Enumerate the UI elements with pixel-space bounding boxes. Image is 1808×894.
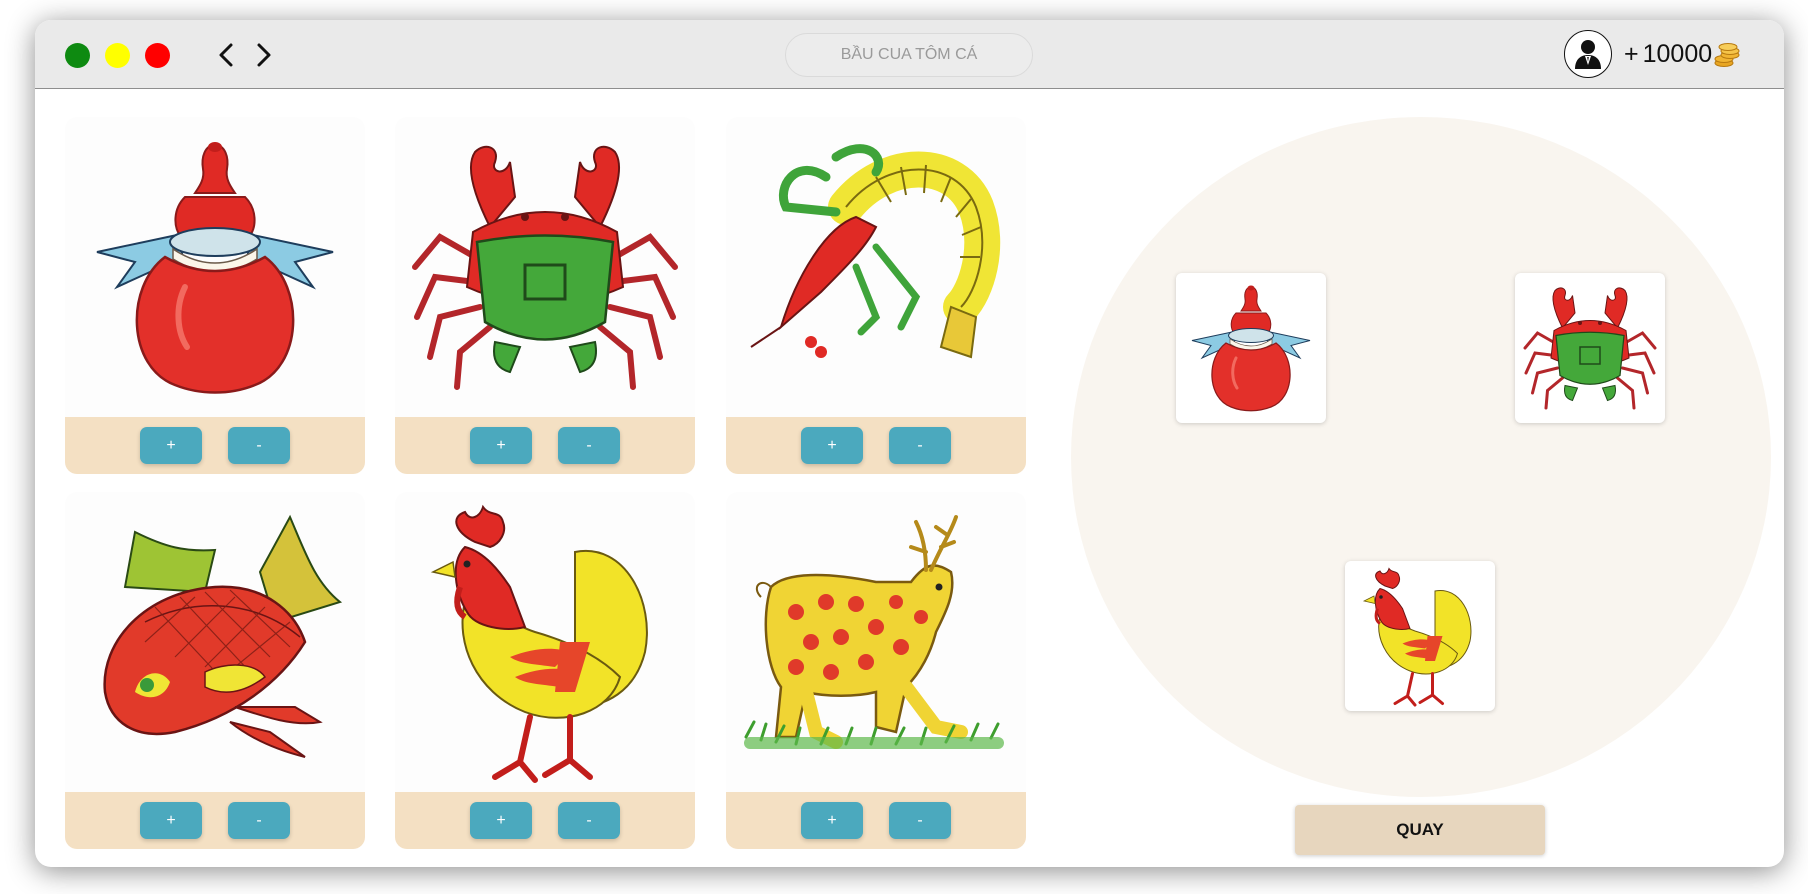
bet-decrease-button[interactable]: -	[889, 427, 951, 464]
back-button[interactable]	[213, 38, 241, 72]
chevron-right-icon	[257, 43, 271, 67]
coin-balance: +10000	[1624, 34, 1742, 74]
bet-increase-button[interactable]: +	[470, 427, 532, 464]
game-window: BẦU CUA TÔM CÁ +10000 + - + - + - + - + …	[35, 20, 1784, 867]
bet-decrease-button[interactable]: -	[558, 802, 620, 839]
bet-card-shrimp: + -	[726, 117, 1026, 474]
window-maximize-button[interactable]	[65, 43, 90, 68]
bet-increase-button[interactable]: +	[801, 427, 863, 464]
bet-increase-button[interactable]: +	[470, 802, 532, 839]
bet-increase-button[interactable]: +	[140, 802, 202, 839]
bet-controls: + -	[726, 792, 1026, 849]
game-title-address-bar[interactable]: BẦU CUA TÔM CÁ	[785, 33, 1033, 77]
rooster-icon	[1362, 567, 1473, 707]
chevron-left-icon	[219, 43, 233, 67]
bet-controls: + -	[726, 417, 1026, 474]
bet-controls: + -	[65, 417, 365, 474]
window-close-button[interactable]	[145, 43, 170, 68]
rooster-icon	[395, 492, 695, 792]
bet-controls: + -	[395, 792, 695, 849]
bet-card-deer: + -	[726, 492, 1026, 849]
bet-controls: + -	[65, 792, 365, 849]
deer-icon	[726, 492, 1026, 792]
balance-value: 10000	[1642, 40, 1713, 68]
forward-button[interactable]	[249, 38, 277, 72]
bet-decrease-button[interactable]: -	[228, 427, 290, 464]
gourd-icon	[1190, 284, 1312, 413]
die-result-rooster	[1345, 561, 1495, 711]
die-result-crab	[1515, 273, 1665, 423]
bet-card-crab: + -	[395, 117, 695, 474]
bet-card-fish: + -	[65, 492, 365, 849]
bet-card-gourd: + -	[65, 117, 365, 474]
bet-increase-button[interactable]: +	[801, 802, 863, 839]
bet-increase-button[interactable]: +	[140, 427, 202, 464]
gourd-icon	[65, 117, 365, 417]
bet-controls: + -	[395, 417, 695, 474]
user-avatar-icon[interactable]	[1564, 30, 1612, 78]
window-minimize-button[interactable]	[105, 43, 130, 68]
bet-decrease-button[interactable]: -	[228, 802, 290, 839]
fish-icon	[103, 515, 342, 759]
bet-card-rooster: + -	[395, 492, 695, 849]
title-bar: BẦU CUA TÔM CÁ +10000	[35, 20, 1784, 89]
bet-decrease-button[interactable]: -	[889, 802, 951, 839]
coin-stack-icon	[1714, 39, 1742, 69]
shrimp-icon	[726, 117, 1026, 417]
spin-button[interactable]: QUAY	[1295, 805, 1545, 855]
bet-decrease-button[interactable]: -	[558, 427, 620, 464]
balance-prefix: +	[1624, 40, 1639, 68]
die-result-gourd	[1176, 273, 1326, 423]
crab-icon	[1523, 286, 1657, 410]
crab-icon	[395, 117, 695, 417]
